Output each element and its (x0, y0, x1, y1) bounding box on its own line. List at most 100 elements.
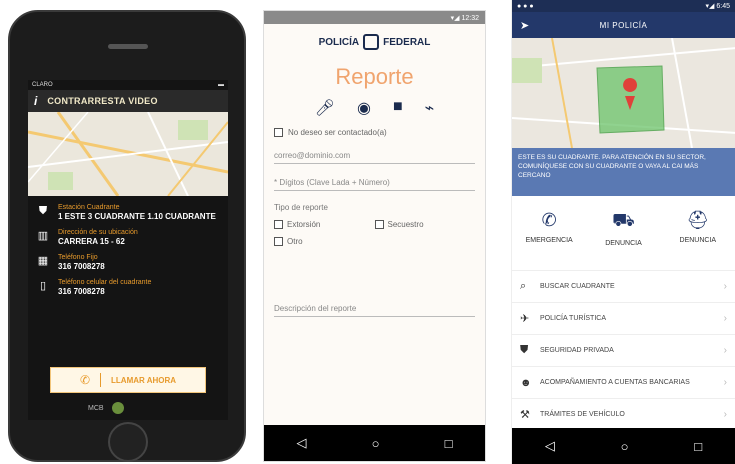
plane-icon: ✈ (520, 313, 530, 325)
chevron-right-icon: › (723, 345, 727, 356)
list-item-label: BUSCAR CUADRANTE (540, 283, 615, 290)
map-streets (512, 38, 735, 148)
iphone-device: CLARO ▬ i CONTRARRESTA VIDEO ⛊ Estación … (8, 10, 246, 462)
phone-icon: ✆ (79, 373, 91, 387)
chevron-right-icon: › (723, 377, 727, 388)
brand-header: POLICÍA FEDERAL (264, 24, 485, 60)
row-value: 316 7008278 (58, 262, 105, 271)
email-field[interactable]: correo@dominio.com (274, 151, 475, 164)
action-label: EMERGENCIA (525, 237, 573, 244)
row-label: Estación Cuadrante (58, 204, 120, 211)
chevron-right-icon: › (723, 313, 727, 324)
info-row[interactable]: ▦ Teléfono Fijo 316 7008278 (36, 254, 220, 272)
map-streets (28, 112, 228, 196)
app-bar: ➤ MI POLICÍA (512, 12, 735, 38)
app-title: MI POLICÍA (599, 20, 648, 30)
list-item-label: POLICÍA TURÍSTICA (540, 315, 606, 322)
back-icon[interactable]: ◁ (297, 435, 307, 451)
android-nav-bar: ◁ ○ □ (512, 428, 735, 464)
row-value: CARRERA 15 - 62 (58, 237, 125, 246)
call-now-button[interactable]: ✆ LLAMAR AHORA (50, 367, 206, 393)
microphone-icon[interactable]: 🎤︎ (315, 98, 335, 118)
status-left: ● ● ● (517, 2, 534, 10)
checkbox[interactable] (374, 220, 384, 229)
police-hat-icon: ⛑ (686, 210, 710, 230)
chevron-right-icon: › (723, 281, 727, 292)
list-item-label: TRÁMITES DE VEHÍCULO (540, 411, 625, 418)
info-row: ⛊ Estación Cuadrante 1 ESTE 3 CUADRANTE … (36, 204, 220, 222)
home-button[interactable] (108, 422, 148, 462)
phone-field[interactable]: * Dígitos (Clave Lada + Número) (274, 178, 475, 191)
checkbox[interactable] (274, 220, 283, 229)
status-bar: ▾◢ 12:32 (264, 11, 485, 24)
camera-icon[interactable]: ◉ (357, 98, 371, 118)
chevron-right-icon: › (723, 409, 727, 420)
brand-left: POLICÍA (318, 36, 360, 48)
shield-icon: ⛊ (520, 344, 529, 356)
row-label: Dirección de su ubicación (58, 229, 138, 236)
list-item-label: ACOMPAÑAMIENTO A CUENTAS BANCARIAS (540, 379, 690, 386)
carrier-label: CLARO (32, 82, 53, 88)
map-icon: ▥ (37, 230, 49, 242)
status-bar: ● ● ● ▾◢ 6:45 (512, 0, 735, 12)
phone-icon: ✆ (541, 210, 557, 230)
checkbox-label: No deseo ser contactado(a) (288, 128, 387, 137)
description-field[interactable]: Descripción del reporte (274, 304, 475, 317)
list-item[interactable]: ⌕ BUSCAR CUADRANTE › (512, 270, 735, 302)
emergency-button[interactable]: ✆ EMERGENCIA (514, 210, 584, 247)
car-icon: ⛟ (612, 210, 635, 230)
attachment-icon[interactable]: ⌁ (425, 98, 435, 118)
checkbox[interactable] (274, 237, 283, 246)
info-icon[interactable]: i (34, 94, 37, 108)
police-button[interactable]: ⛑ DENUNCIA (663, 210, 733, 247)
list-item-label: SEGURIDAD PRIVADA (540, 347, 614, 354)
home-icon[interactable]: ○ (372, 436, 380, 451)
list-item[interactable]: ✈ POLICÍA TURÍSTICA › (512, 302, 735, 334)
people-icon: ☻ (520, 376, 532, 389)
report-type-label: Tipo de reporte (274, 203, 328, 212)
action-label: DENUNCIA (679, 237, 717, 244)
page-title: Reporte (335, 64, 414, 89)
navigation-arrow-icon[interactable]: ➤ (520, 19, 540, 32)
action-label: DENUNCIA (605, 240, 642, 247)
search-icon: ⌕ (520, 280, 527, 292)
mi-policia-screen: ● ● ● ▾◢ 6:45 ➤ MI POLICÍA ESTE ES SU CU… (511, 0, 735, 464)
app-store-collage: CLARO ▬ i CONTRARRESTA VIDEO ⛊ Estación … (0, 0, 735, 464)
option-label: Secuestro (387, 220, 424, 229)
action-buttons: ✆ EMERGENCIA ⛟ DENUNCIA ⛑ DENUNCIA (512, 210, 735, 247)
shield-icon: ⛊ (38, 205, 48, 217)
anonymous-checkbox[interactable]: No deseo ser contactado(a) (264, 128, 485, 137)
row-label: Teléfono Fijo (58, 254, 98, 261)
map-view[interactable] (28, 112, 228, 196)
list-item[interactable]: ☻ ACOMPAÑAMIENTO A CUENTAS BANCARIAS › (512, 366, 735, 398)
checkbox[interactable] (274, 128, 283, 137)
mobile-icon: ▯ (39, 280, 47, 292)
services-list: ⌕ BUSCAR CUADRANTE › ✈ POLICÍA TURÍSTICA… (512, 270, 735, 430)
option-secuestro[interactable]: Secuestro (374, 220, 476, 229)
media-toolbar: 🎤︎ ◉ ■ ⌁ (264, 98, 485, 118)
option-extorsion[interactable]: Extorsión (274, 220, 375, 229)
row-value: 316 7008278 (58, 287, 105, 296)
emblem-icon (363, 34, 380, 50)
info-row[interactable]: ▯ Teléfono celular del cuadrante 316 700… (36, 279, 220, 297)
cuadrante-banner: ESTE ES SU CUADRANTE. PARA ATENCIÓN EN S… (512, 148, 735, 196)
map-view[interactable] (512, 38, 735, 148)
report-screen: ▾◢ 12:32 POLICÍA FEDERAL Reporte 🎤︎ ◉ ■ … (263, 10, 486, 462)
tools-icon: ⚒ (520, 409, 530, 421)
battery-icon: ▬ (218, 82, 224, 88)
complaint-button[interactable]: ⛟ DENUNCIA (588, 210, 658, 247)
recents-icon[interactable]: □ (694, 439, 702, 454)
back-icon[interactable]: ◁ (545, 438, 555, 454)
screen-header: i CONTRARRESTA VIDEO (28, 90, 228, 112)
recents-icon[interactable]: □ (445, 436, 453, 451)
option-label: Extorsión (287, 220, 321, 229)
list-item[interactable]: ⛊ SEGURIDAD PRIVADA › (512, 334, 735, 366)
list-item[interactable]: ⚒ TRÁMITES DE VEHÍCULO › (512, 398, 735, 430)
home-icon[interactable]: ○ (621, 439, 629, 454)
option-otro[interactable]: Otro (274, 237, 375, 246)
contrarresta-screen: CLARO ▬ i CONTRARRESTA VIDEO ⛊ Estación … (28, 80, 228, 420)
status-bar: CLARO ▬ (28, 80, 228, 90)
video-icon[interactable]: ■ (393, 98, 403, 118)
calendar-icon: ▦ (37, 255, 49, 267)
divider (100, 373, 102, 387)
